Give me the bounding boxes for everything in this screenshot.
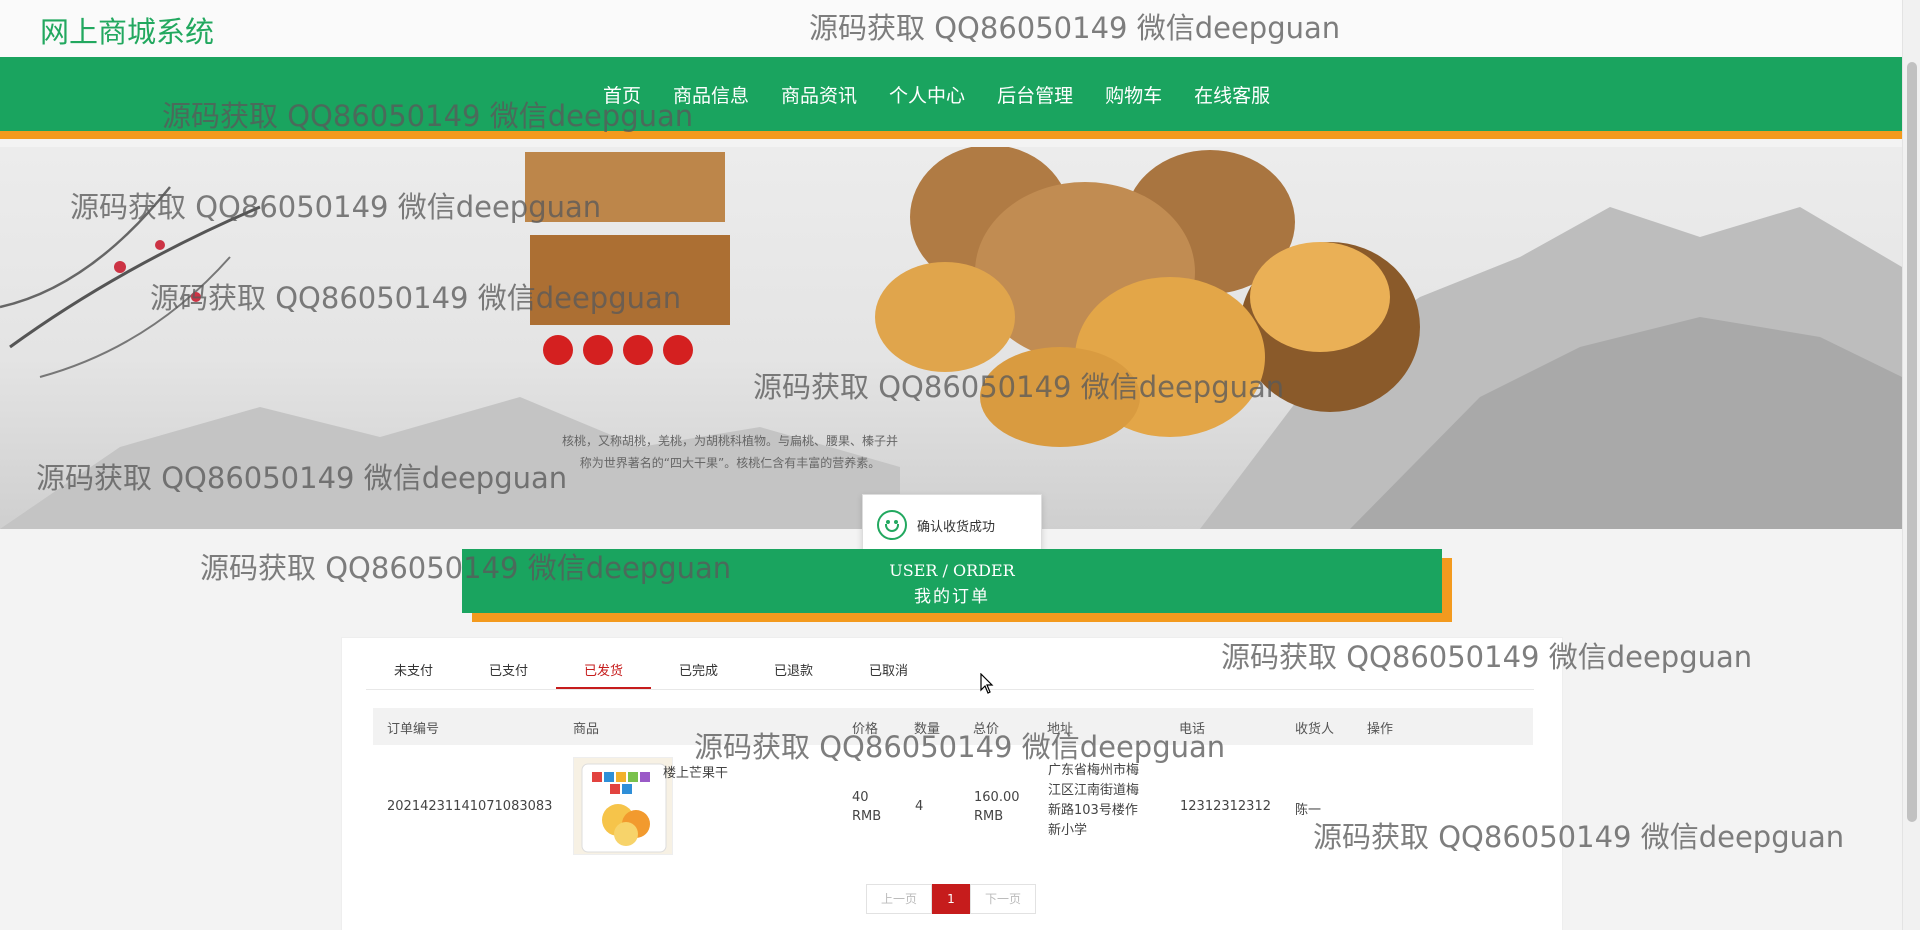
toast-message: 确认收货成功 — [917, 519, 996, 535]
total-unit: RMB — [974, 809, 1004, 824]
address-line: 广东省梅州市梅 — [1048, 763, 1140, 778]
smile-icon — [877, 510, 907, 540]
price-amount: 40 — [852, 790, 869, 805]
th-quantity: 数量 — [914, 722, 941, 737]
tab-refunded[interactable]: 已退款 — [746, 658, 841, 689]
table-row: 20214231141071083083 楼上芒果干 40 RMB 4 160.… — [373, 750, 1533, 860]
top-bar: 网上商城系统 — [0, 0, 1902, 57]
nav-item-cart[interactable]: 购物车 — [1105, 81, 1162, 108]
product-image[interactable] — [573, 757, 673, 855]
order-tabs: 未支付 已支付 已发货 已完成 已退款 已取消 — [366, 658, 1534, 690]
pagination: 上一页 1 下一页 — [866, 884, 1036, 914]
th-receiver: 收货人 — [1295, 722, 1335, 737]
nav-item-home[interactable]: 首页 — [603, 81, 641, 108]
nav-item-products[interactable]: 商品信息 — [673, 81, 749, 108]
table-header: 订单编号 商品 价格 数量 总价 地址 电话 收货人 操作 — [373, 708, 1533, 745]
receiver: 陈一 — [1295, 803, 1322, 818]
th-phone: 电话 — [1179, 722, 1206, 737]
banner: 核桃，又称胡桃，羌桃，为胡桃科植物。与扁桃、腰果、榛子并 称为世界著名的“四大干… — [0, 147, 1902, 529]
address-line: 江区江南街道梅 — [1048, 783, 1140, 798]
tab-shipped[interactable]: 已发货 — [556, 658, 651, 689]
scrollbar-thumb[interactable] — [1907, 62, 1917, 822]
order-no: 20214231141071083083 — [387, 799, 553, 814]
site-title[interactable]: 网上商城系统 — [40, 9, 214, 51]
th-total: 总价 — [973, 722, 1000, 737]
prev-page-button[interactable]: 上一页 — [866, 884, 932, 914]
nav-item-admin[interactable]: 后台管理 — [997, 81, 1073, 108]
th-order-no: 订单编号 — [387, 722, 440, 737]
price-unit: RMB — [852, 809, 882, 824]
tab-cancelled[interactable]: 已取消 — [841, 658, 936, 689]
th-address: 地址 — [1047, 722, 1074, 737]
product-thumbnail — [581, 763, 667, 853]
total-amount: 160.00 — [974, 790, 1020, 805]
main-nav: 首页 商品信息 商品资讯 个人中心 后台管理 购物车 在线客服 — [0, 57, 1902, 139]
th-product: 商品 — [573, 722, 600, 737]
page-scrollbar[interactable] — [1902, 0, 1920, 930]
nav-item-news[interactable]: 商品资讯 — [781, 81, 857, 108]
banner-caption: 核桃，又称胡桃，羌桃，为胡桃科植物。与扁桃、腰果、榛子并 称为世界著名的“四大干… — [561, 434, 898, 470]
order-header: USER / ORDER 我的订单 — [462, 549, 1442, 613]
order-header-cn: 我的订单 — [914, 587, 990, 607]
address-line: 新路103号楼作 — [1048, 803, 1138, 818]
tab-paid[interactable]: 已支付 — [461, 658, 556, 689]
order-panel: 未支付 已支付 已发货 已完成 已退款 已取消 订单编号 商品 价格 数量 总价… — [341, 637, 1563, 930]
order-header-en: USER / ORDER — [889, 561, 1015, 580]
product-name[interactable]: 楼上芒果干 — [663, 762, 728, 781]
th-price: 价格 — [852, 722, 879, 737]
current-page-button[interactable]: 1 — [932, 884, 970, 914]
tab-unpaid[interactable]: 未支付 — [366, 658, 461, 689]
address-line: 新小学 — [1048, 823, 1088, 838]
nav-item-support[interactable]: 在线客服 — [1194, 81, 1270, 108]
th-action: 操作 — [1367, 722, 1394, 737]
nav-item-profile[interactable]: 个人中心 — [889, 81, 965, 108]
mouse-cursor-icon — [980, 673, 994, 694]
banner-artwork — [0, 147, 1902, 529]
tab-completed[interactable]: 已完成 — [651, 658, 746, 689]
phone: 12312312312 — [1180, 799, 1271, 814]
success-toast: 确认收货成功 — [862, 494, 1042, 556]
next-page-button[interactable]: 下一页 — [970, 884, 1036, 914]
quantity: 4 — [915, 799, 924, 814]
